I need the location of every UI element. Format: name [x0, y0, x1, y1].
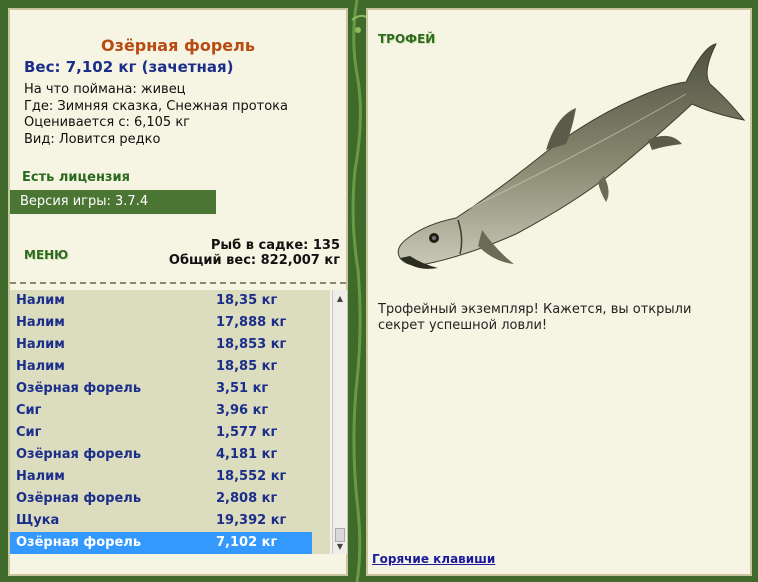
catch-fish-name: Сиг	[16, 425, 42, 440]
catch-fish-name: Озёрная форель	[16, 491, 142, 506]
rated-from: Оценивается с: 6,105 кг	[24, 115, 191, 130]
menu-button[interactable]: МЕНЮ	[24, 248, 68, 262]
keep-total-weight: Общий вес: 822,007 кг	[168, 253, 340, 268]
catch-row[interactable]: Сиг 1,577 кг	[10, 422, 330, 444]
hotkeys-link[interactable]: Горячие клавиши	[372, 552, 495, 566]
catch-row[interactable]: Озёрная форель 7,102 кг	[10, 532, 312, 554]
catch-fish-weight: 3,96 кг	[216, 403, 269, 418]
vine-decoration	[351, 0, 366, 582]
trophy-panel: ТРОФЕЙ Трофейный экземпляр! Кажется, вы …	[366, 8, 752, 576]
catch-row[interactable]: Озёрная форель 3,51 кг	[10, 378, 330, 400]
catch-fish-weight: 7,102 кг	[216, 535, 278, 550]
catch-fish-weight: 1,577 кг	[216, 425, 278, 440]
catch-fish-name: Налим	[16, 315, 65, 330]
catch-fish-weight: 3,51 кг	[216, 381, 269, 396]
game-version: Версия игры: 3.7.4	[10, 190, 216, 214]
catch-fish-weight: 17,888 кг	[216, 315, 287, 330]
catch-list-scrollbar[interactable]: ▲ ▼	[332, 290, 347, 554]
catch-row[interactable]: Налим 18,85 кг	[10, 356, 330, 378]
catch-fish-name: Налим	[16, 469, 65, 484]
catch-fish-weight: 18,552 кг	[216, 469, 287, 484]
catch-fish-name: Налим	[16, 337, 65, 352]
catch-fish-name: Сиг	[16, 403, 42, 418]
scroll-up-icon[interactable]: ▲	[333, 292, 347, 306]
catch-fish-name: Озёрная форель	[16, 447, 142, 462]
fish-weight: Вес: 7,102 кг (зачетная)	[24, 58, 234, 76]
caught-where: Где: Зимняя сказка, Снежная протока	[24, 98, 289, 114]
catch-row[interactable]: Налим 17,888 кг	[10, 312, 330, 334]
catch-fish-weight: 18,853 кг	[216, 337, 287, 352]
fish-info-panel: Озёрная форель Вес: 7,102 кг (зачетная) …	[8, 8, 348, 576]
catch-row[interactable]: Налим 18,35 кг	[10, 290, 330, 312]
catch-row[interactable]: Налим 18,552 кг	[10, 466, 330, 488]
catch-fish-name: Озёрная форель	[16, 381, 142, 396]
trophy-message: Трофейный экземпляр! Кажется, вы открыли…	[378, 302, 692, 333]
keep-count: Рыб в садке: 135	[210, 238, 340, 253]
catch-fish-weight: 4,181 кг	[216, 447, 278, 462]
catch-fish-weight: 18,35 кг	[216, 293, 278, 308]
catch-row[interactable]: Щука 19,392 кг	[10, 510, 330, 532]
catch-fish-name: Налим	[16, 293, 65, 308]
license-status: Есть лицензия	[22, 170, 130, 185]
caught-with: На что поймана: живец	[24, 82, 186, 97]
fish-title: Озёрная форель	[101, 36, 255, 55]
catch-fish-name: Озёрная форель	[16, 535, 142, 550]
catch-row[interactable]: Озёрная форель 4,181 кг	[10, 444, 330, 466]
catch-list[interactable]: Налим 18,35 кг Налим 17,888 кг Налим 18,853 к…	[10, 290, 330, 554]
keep-net-stats: Рыб в садке: 135 Общий вес: 822,007 кг	[169, 238, 340, 268]
fish-details: На что поймана: живец Где: Зимняя сказка…	[24, 82, 288, 148]
catch-row[interactable]: Налим 18,853 кг	[10, 334, 330, 356]
catch-fish-name: Налим	[16, 359, 65, 374]
divider	[10, 282, 346, 284]
species-rarity: Вид: Ловится редко	[24, 131, 161, 147]
trout-image	[397, 43, 746, 269]
catch-fish-weight: 2,808 кг	[216, 491, 278, 506]
scroll-down-icon[interactable]: ▼	[333, 540, 347, 554]
catch-fish-name: Щука	[16, 513, 60, 528]
catch-row[interactable]: Озёрная форель 2,808 кг	[10, 488, 330, 510]
catch-row[interactable]: Сиг 3,96 кг	[10, 400, 330, 422]
catch-fish-weight: 18,85 кг	[216, 359, 278, 374]
catch-fish-weight: 19,392 кг	[216, 513, 287, 528]
